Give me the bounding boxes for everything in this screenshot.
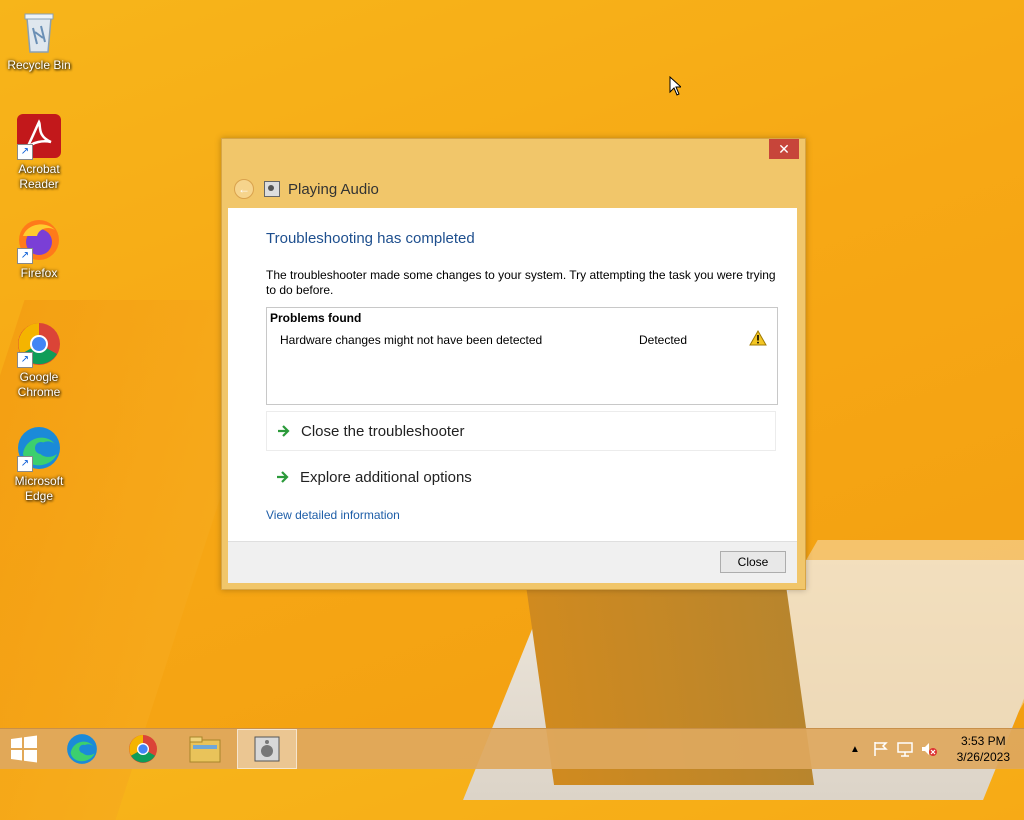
taskbar-file-explorer[interactable]	[175, 729, 235, 769]
explore-options-option[interactable]: Explore additional options	[266, 457, 776, 497]
close-button[interactable]: Close	[720, 551, 786, 573]
troubleshooter-dialog: ✕ ← Playing Audio Troubleshooting has co…	[221, 138, 806, 590]
network-icon[interactable]	[896, 741, 914, 757]
close-troubleshooter-option[interactable]: Close the troubleshooter	[266, 411, 776, 451]
chrome-icon: ↗	[15, 320, 63, 368]
shortcut-arrow-icon: ↗	[17, 352, 33, 368]
desktop-icon-label: Acrobat Reader	[18, 162, 60, 191]
chrome-icon	[129, 735, 157, 763]
windows-logo-icon	[11, 735, 37, 763]
dialog-footer: Close	[228, 541, 797, 583]
dialog-header: ← Playing Audio	[234, 179, 379, 199]
folder-icon	[189, 736, 221, 763]
shortcut-arrow-icon: ↗	[17, 144, 33, 160]
edge-icon: ↗	[15, 424, 63, 472]
taskbar-clock[interactable]: 3:53 PM 3/26/2023	[957, 733, 1010, 765]
back-arrow-icon[interactable]: ←	[234, 179, 254, 199]
taskbar: ▲ 3:53 PM 3/26/2023	[0, 728, 1024, 769]
volume-muted-icon[interactable]	[920, 741, 938, 757]
desktop-icon-label: Google Chrome	[17, 370, 61, 399]
speaker-icon	[254, 736, 280, 762]
acrobat-reader-icon: ↗	[15, 112, 63, 160]
desktop-icon-acrobat-reader[interactable]: ↗ Acrobat Reader	[6, 112, 72, 192]
dialog-content: Troubleshooting has completed The troubl…	[228, 208, 797, 541]
show-hidden-icons-icon[interactable]: ▲	[850, 744, 860, 755]
shortcut-arrow-icon: ↗	[17, 248, 33, 264]
desktop-icon-label: Firefox	[20, 266, 58, 280]
taskbar-chrome[interactable]	[113, 729, 173, 769]
warning-icon	[749, 330, 767, 346]
start-button[interactable]	[0, 729, 48, 769]
clock-date: 3/26/2023	[956, 750, 1010, 764]
taskbar-troubleshooter[interactable]	[237, 729, 297, 769]
window-close-button[interactable]: ✕	[769, 139, 799, 159]
system-tray: ▲	[850, 729, 938, 769]
view-detailed-information-link[interactable]: View detailed information	[266, 508, 400, 522]
option-label: Explore additional options	[300, 468, 472, 486]
desktop-icon-google-chrome[interactable]: ↗ Google Chrome	[6, 320, 72, 400]
page-heading: Troubleshooting has completed	[266, 230, 475, 247]
green-arrow-icon	[277, 471, 289, 483]
desktop-icon-firefox[interactable]: ↗ Firefox	[6, 216, 72, 281]
desktop-icon-microsoft-edge[interactable]: ↗ Microsoft Edge	[6, 424, 72, 504]
page-description: The troubleshooter made some changes to …	[266, 268, 776, 297]
clock-time: 3:53 PM	[960, 734, 1006, 748]
recycle-bin-icon	[15, 8, 63, 56]
mouse-cursor-icon	[669, 76, 681, 96]
dialog-title: Playing Audio	[288, 180, 379, 198]
problem-status: Detected	[639, 333, 688, 347]
firefox-icon: ↗	[15, 216, 63, 264]
taskbar-edge[interactable]	[52, 729, 112, 769]
green-arrow-icon	[278, 425, 290, 437]
desktop-icon-label: Microsoft Edge	[14, 474, 64, 503]
desktop-icon-label: Recycle Bin	[7, 58, 71, 72]
shortcut-arrow-icon: ↗	[17, 456, 33, 472]
edge-icon	[67, 734, 97, 764]
option-label: Close the troubleshooter	[301, 422, 465, 440]
problem-text: Hardware changes might not have been det…	[280, 333, 543, 347]
speaker-icon	[264, 181, 280, 197]
problems-found-box: Problems found Hardware changes might no…	[266, 307, 778, 405]
desktop-icon-recycle-bin[interactable]: Recycle Bin	[6, 8, 72, 73]
problems-found-title: Problems found	[270, 311, 362, 325]
flag-icon[interactable]	[872, 741, 890, 757]
